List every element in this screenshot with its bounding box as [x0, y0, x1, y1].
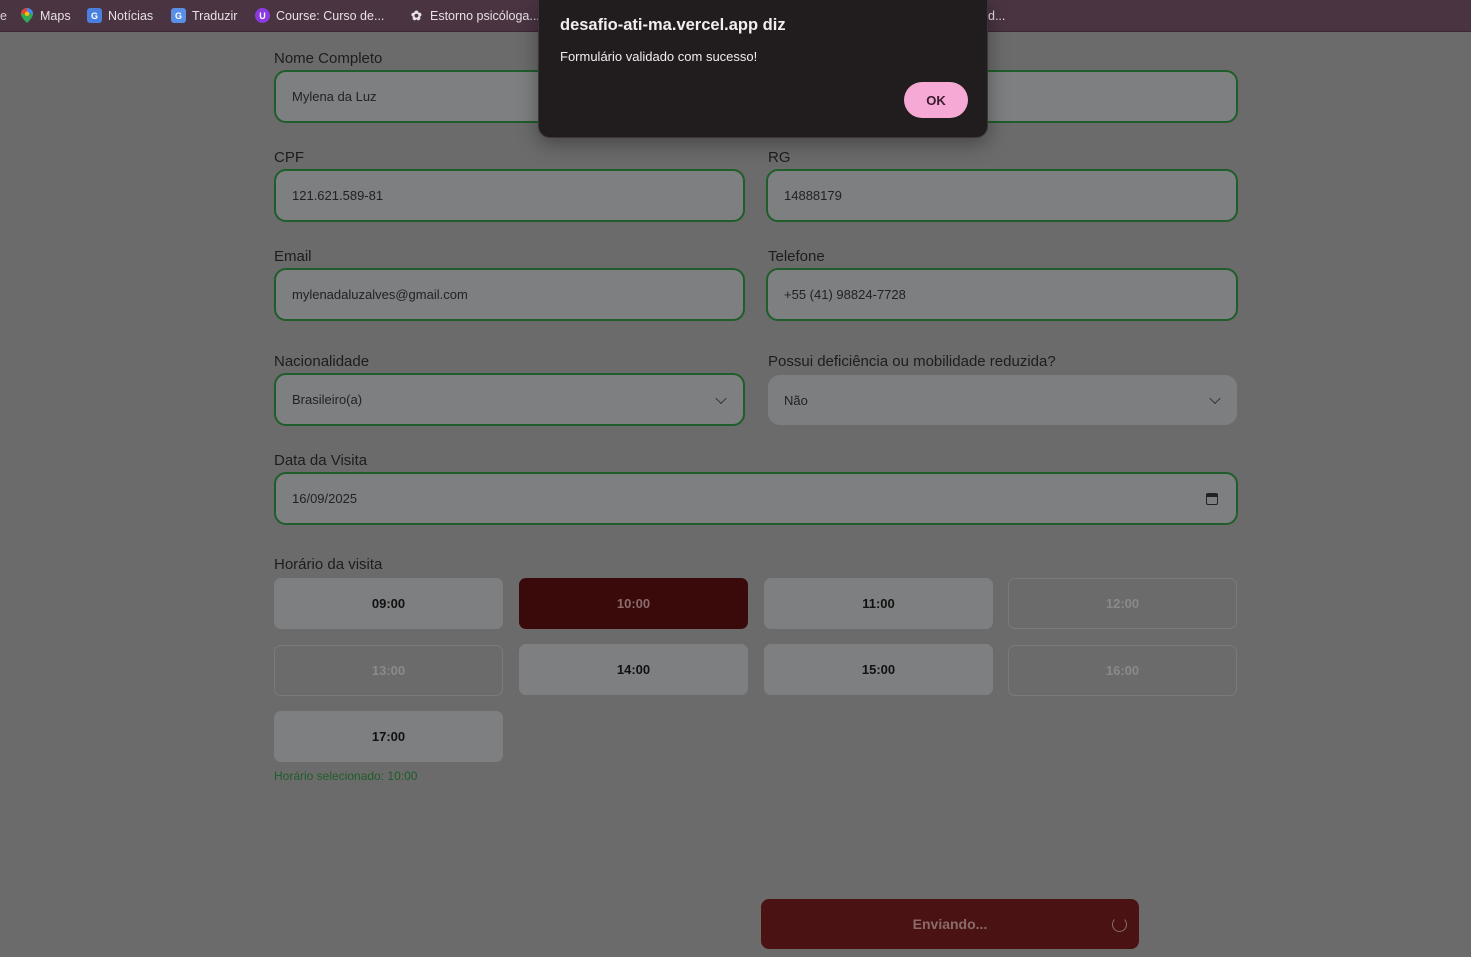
slot-1200-disabled: 12:00 [1008, 578, 1237, 629]
cpf-input[interactable]: 121.621.589-81 [274, 169, 745, 222]
translate-icon: G [171, 8, 186, 23]
news-icon: G [87, 8, 102, 23]
slot-1600-disabled: 16:00 [1008, 645, 1237, 696]
nome-label: Nome Completo [274, 50, 383, 67]
telefone-value: +55 (41) 98824-7728 [784, 287, 906, 302]
bookmark-label: Course: Curso de... [276, 8, 385, 23]
rg-value: 14888179 [784, 188, 842, 203]
email-input[interactable]: mylenadaluzalves@gmail.com [274, 268, 745, 321]
ok-button[interactable]: OK [904, 82, 968, 118]
nacionalidade-value: Brasileiro(a) [292, 392, 363, 407]
calendar-icon[interactable] [1206, 492, 1218, 505]
chevron-down-icon [1209, 392, 1221, 405]
submit-button[interactable]: Enviando... [761, 899, 1139, 949]
deficiencia-value: Não [784, 392, 808, 408]
email-label: Email [274, 248, 312, 265]
maps-pin-icon [19, 8, 34, 23]
slot-0900[interactable]: 09:00 [274, 578, 503, 629]
cpf-value: 121.621.589-81 [292, 188, 384, 203]
horario-label: Horário da visita [274, 556, 383, 573]
openai-icon: ✿ [411, 7, 422, 23]
bookmark-estorno[interactable]: ✿ Estorno psicóloga... [409, 0, 540, 31]
rg-input[interactable]: 14888179 [766, 169, 1238, 222]
dialog-title: desafio-ati-ma.vercel.app diz [560, 16, 786, 34]
nacionalidade-label: Nacionalidade [274, 353, 370, 370]
bookmark-truncated[interactable]: d... [988, 0, 1005, 31]
bookmark-maps[interactable]: Maps [19, 0, 71, 31]
data-value: 16/09/2025 [292, 491, 358, 506]
nacionalidade-select[interactable]: Brasileiro(a) [274, 373, 745, 426]
selected-slot-text: Horário selecionado: 10:00 [274, 769, 418, 783]
slot-1700[interactable]: 17:00 [274, 711, 503, 762]
bookmark-label: Estorno psicóloga... [430, 8, 540, 23]
submit-label: Enviando... [912, 916, 988, 932]
bookmark-course[interactable]: U Course: Curso de... [255, 0, 384, 31]
form-page: Nome Completo Mylena da Luz CPF 121.621.… [0, 32, 1471, 957]
chevron-down-icon [715, 392, 727, 404]
bookmark-label: Notícias [108, 8, 154, 23]
telefone-input[interactable]: +55 (41) 98824-7728 [766, 268, 1238, 321]
spinner-icon [1112, 917, 1127, 932]
slot-1000-selected[interactable]: 10:00 [519, 578, 748, 629]
alert-dialog: desafio-ati-ma.vercel.app diz Formulário… [538, 0, 988, 138]
bookmark-traduzir[interactable]: G Traduzir [171, 0, 237, 31]
data-input[interactable]: 16/09/2025 [274, 472, 1238, 525]
deficiencia-select[interactable]: Não [768, 375, 1237, 425]
slot-1400[interactable]: 14:00 [519, 644, 748, 695]
rg-label: RG [768, 149, 791, 166]
nome-value: Mylena da Luz [292, 89, 377, 104]
slot-1100[interactable]: 11:00 [764, 578, 993, 629]
dialog-message: Formulário validado com sucesso! [560, 49, 758, 64]
slot-1500[interactable]: 15:00 [764, 644, 993, 695]
bookmark-label: Traduzir [192, 8, 238, 23]
bookmark-label: Maps [40, 8, 71, 23]
bookmark-noticias[interactable]: G Notícias [87, 0, 153, 31]
course-icon: U [255, 8, 270, 23]
slot-1300-disabled: 13:00 [274, 645, 503, 696]
cpf-label: CPF [274, 149, 304, 166]
email-value: mylenadaluzalves@gmail.com [292, 287, 468, 302]
telefone-label: Telefone [768, 248, 825, 265]
bookmark-label: d... [988, 8, 1006, 23]
bookmark-overflow[interactable]: e [0, 0, 7, 31]
deficiencia-label: Possui deficiência ou mobilidade reduzid… [768, 353, 1056, 370]
data-label: Data da Visita [274, 452, 368, 469]
